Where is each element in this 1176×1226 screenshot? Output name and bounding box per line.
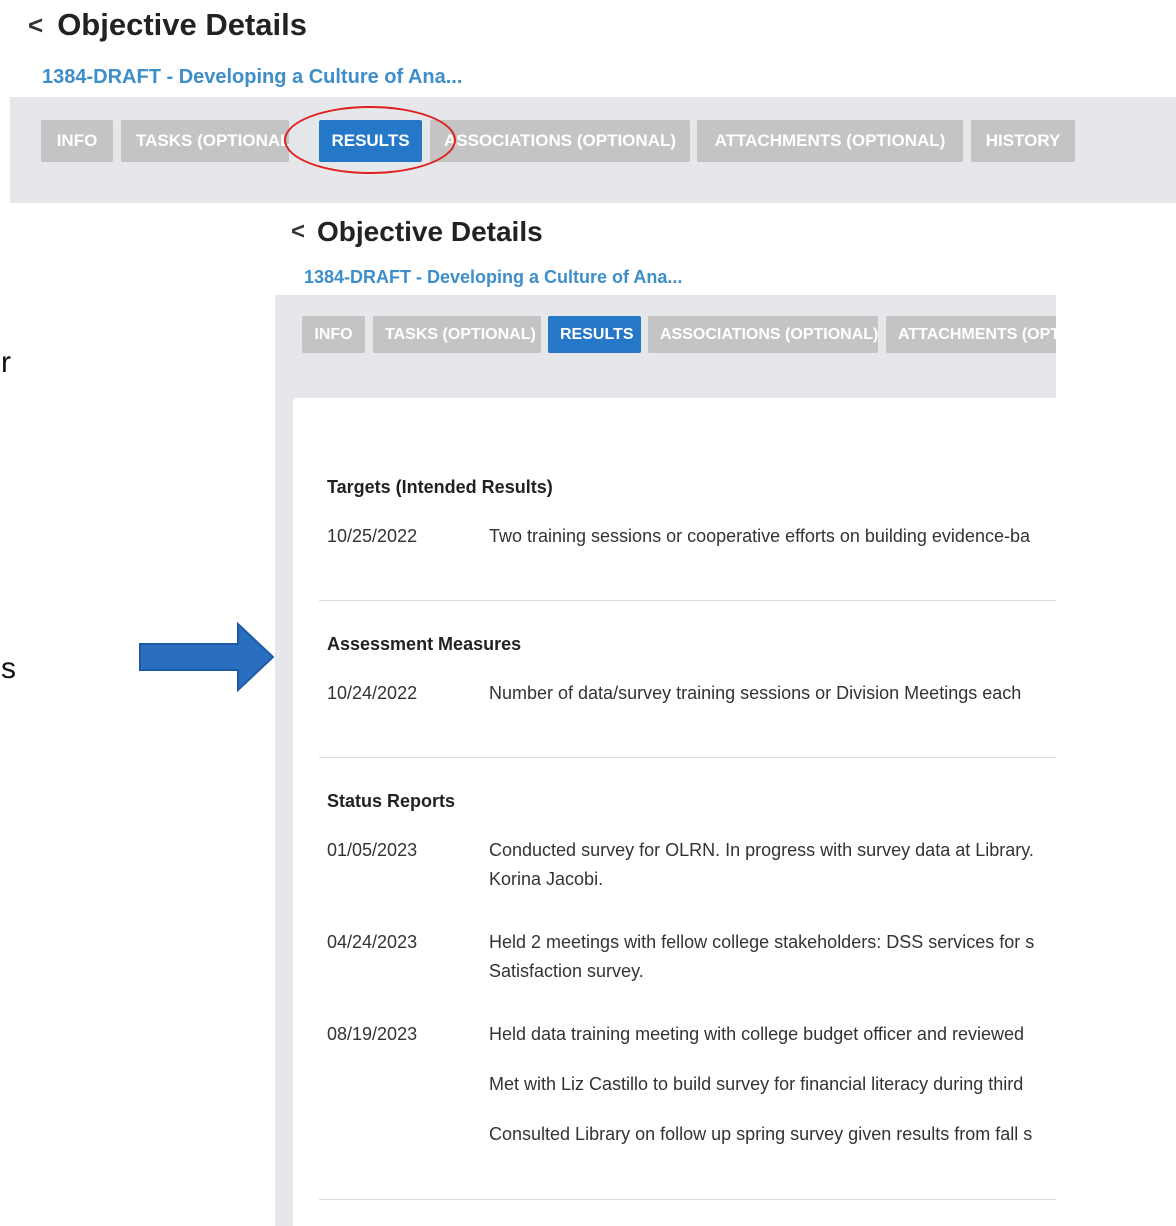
- assessment-date: 10/24/2022: [327, 683, 418, 703]
- status-title: Status Reports: [327, 791, 456, 811]
- status-text: Conducted survey for OLRN. In progress w…: [489, 840, 1034, 860]
- page-title-secondary: Objective Details: [317, 216, 543, 247]
- status-text-continued: Met with Liz Castillo to build survey fo…: [489, 1074, 1024, 1094]
- tab-attachments-secondary[interactable]: ATTACHMENTS (OPT: [886, 316, 1056, 353]
- tab-info-secondary[interactable]: INFO: [302, 316, 365, 353]
- status-text: Held 2 meetings with fellow college stak…: [489, 932, 1035, 952]
- status-text-continued: Satisfaction survey.: [489, 961, 644, 981]
- divider: [319, 1199, 1056, 1200]
- page-header-secondary: < Objective Details: [291, 215, 543, 249]
- top-zoom-panel: < Objective Details 1384-DRAFT - Develop…: [0, 0, 1176, 205]
- highlight-ring: [284, 106, 456, 174]
- assessment-title: Assessment Measures: [327, 634, 522, 654]
- tab-associations[interactable]: ASSOCIATIONS (OPTIONAL): [430, 120, 690, 162]
- arrow-right-icon: [139, 622, 275, 692]
- side-letter-1: r: [1, 346, 11, 379]
- tab-tasks[interactable]: TASKS (OPTIONAL): [121, 120, 289, 162]
- status-text: Held data training meeting with college …: [489, 1024, 1024, 1044]
- tab-history[interactable]: HISTORY: [971, 120, 1075, 162]
- status-date: 08/19/2023: [327, 1024, 418, 1044]
- page-header: < Objective Details: [28, 6, 307, 44]
- breadcrumb[interactable]: 1384-DRAFT - Developing a Culture of Ana…: [42, 66, 462, 89]
- assessment-text: Number of data/survey training sessions …: [489, 683, 1022, 703]
- chevron-left-icon[interactable]: <: [28, 10, 43, 41]
- tab-info[interactable]: INFO: [41, 120, 113, 162]
- tab-attachments[interactable]: ATTACHMENTS (OPTIONAL): [697, 120, 963, 162]
- status-date: 01/05/2023: [327, 840, 418, 860]
- tab-results-secondary[interactable]: RESULTS: [548, 316, 641, 353]
- targets-title: Targets (Intended Results): [327, 477, 553, 497]
- tab-associations-secondary[interactable]: ASSOCIATIONS (OPTIONAL): [648, 316, 878, 353]
- status-text-continued: Consulted Library on follow up spring su…: [489, 1124, 1033, 1144]
- divider: [319, 600, 1056, 601]
- divider: [319, 757, 1056, 758]
- status-date: 04/24/2023: [327, 932, 418, 952]
- breadcrumb-secondary[interactable]: 1384-DRAFT - Developing a Culture of Ana…: [304, 267, 682, 288]
- target-date: 10/25/2022: [327, 526, 418, 546]
- status-text-continued: Korina Jacobi.: [489, 869, 604, 889]
- chevron-left-icon[interactable]: <: [291, 218, 305, 246]
- target-text: Two training sessions or cooperative eff…: [489, 526, 1030, 546]
- results-card: [293, 398, 1056, 1226]
- side-letter-2: s: [1, 652, 16, 685]
- page-title: Objective Details: [57, 7, 308, 42]
- results-panel: < Objective Details 1384-DRAFT - Develop…: [275, 205, 1056, 1226]
- tab-tasks-secondary[interactable]: TASKS (OPTIONAL): [373, 316, 541, 353]
